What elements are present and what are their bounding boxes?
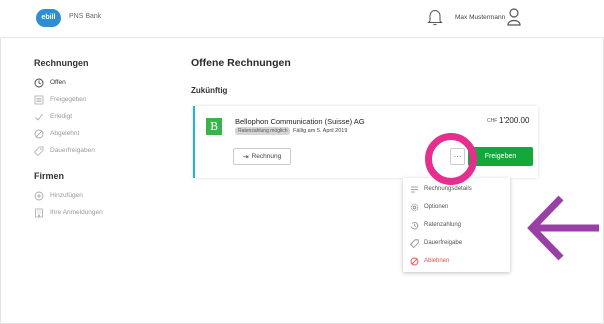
- menu-item-dauerfreigabe[interactable]: Dauerfreigabe: [403, 234, 510, 252]
- pointer-arrow-icon: [527, 195, 599, 261]
- company-logo: B: [206, 118, 222, 135]
- arrow-right-icon: ⇥: [242, 153, 249, 161]
- sidebar-item-label: Offen: [50, 79, 66, 86]
- sidebar-item-erledigt[interactable]: Erledigt: [34, 108, 164, 125]
- sidebar-item-label: Dauerfreigaben: [50, 147, 95, 154]
- sidebar-item-freigegeben[interactable]: Freigegeben: [34, 91, 164, 108]
- top-header: ebill PNS Bank Max Mustermann: [0, 0, 604, 38]
- view-invoice-button[interactable]: ⇥ Rechnung: [233, 148, 291, 165]
- sidebar: Rechnungen Offen Freigegeben Erledigt Ab…: [34, 58, 164, 221]
- sidebar-item-offen[interactable]: Offen: [34, 74, 164, 91]
- company-name: Bellophon Communication (Suisse) AG: [235, 117, 365, 126]
- tag-icon: [34, 146, 44, 156]
- sidebar-item-label: Ihre Anmeldungen: [50, 209, 103, 216]
- user-icon[interactable]: [507, 7, 521, 27]
- highlight-circle: [425, 133, 477, 185]
- clock-icon: [34, 78, 44, 87]
- sidebar-item-label: Hinzufügen: [50, 192, 83, 199]
- menu-item-label: Optionen: [424, 204, 449, 210]
- sidebar-item-hinzufuegen[interactable]: Hinzufügen: [34, 187, 164, 204]
- page-title: Offene Rechnungen: [191, 57, 291, 69]
- gear-icon: [410, 203, 419, 211]
- menu-item-optionen[interactable]: Optionen: [403, 198, 510, 216]
- menu-item-ratenzahlung[interactable]: Ratenzahlung: [403, 216, 510, 234]
- menu-item-label: Ablehnen: [424, 258, 450, 264]
- block-icon: [34, 129, 44, 138]
- sidebar-item-label: Erledigt: [50, 113, 73, 120]
- view-invoice-label: Rechnung: [251, 153, 282, 160]
- sidebar-item-abgelehnt[interactable]: Abgelehnt: [34, 125, 164, 142]
- menu-item-label: Dauerfreigabe: [424, 240, 463, 246]
- bell-icon[interactable]: [427, 8, 443, 26]
- invoice-amount: 1'200.00: [499, 116, 530, 125]
- building-icon: [35, 208, 43, 217]
- rechnungen-heading: Rechnungen: [34, 58, 89, 68]
- due-date: Fällig am 5. April 2019: [293, 128, 348, 134]
- options-dropdown: Rechnungsdetails Optionen Ratenzahlung D…: [403, 178, 510, 272]
- details-icon: [411, 186, 418, 192]
- installment-badge: Ratenzahlung möglich: [235, 127, 291, 135]
- history-icon: [410, 221, 419, 229]
- currency-label: CHF: [487, 118, 498, 124]
- firmen-heading: Firmen: [34, 171, 65, 181]
- menu-item-label: Ratenzahlung: [424, 222, 462, 228]
- tag-icon: [410, 238, 419, 248]
- user-name[interactable]: Max Mustermann: [455, 14, 505, 21]
- menu-item-ablehnen[interactable]: Ablehnen: [403, 252, 510, 270]
- sidebar-item-dauerfreigaben[interactable]: Dauerfreigaben: [34, 142, 164, 159]
- bank-name: PNS Bank: [69, 13, 102, 20]
- approve-button[interactable]: Freigeben: [468, 147, 533, 166]
- sidebar-item-label: Freigegeben: [50, 96, 87, 103]
- plus-circle-icon: [34, 191, 44, 200]
- sidebar-item-label: Abgelehnt: [50, 130, 80, 137]
- block-icon: [410, 257, 419, 265]
- ebill-logo[interactable]: ebill: [36, 9, 61, 27]
- section-label: Zukünftig: [191, 86, 228, 95]
- sidebar-item-anmeldungen[interactable]: Ihre Anmeldungen: [34, 204, 164, 221]
- menu-item-label: Rechnungsdetails: [424, 186, 472, 192]
- list-icon: [34, 95, 44, 104]
- invoice-card[interactable]: B Bellophon Communication (Suisse) AG Ra…: [193, 106, 538, 178]
- check-icon: [35, 113, 43, 121]
